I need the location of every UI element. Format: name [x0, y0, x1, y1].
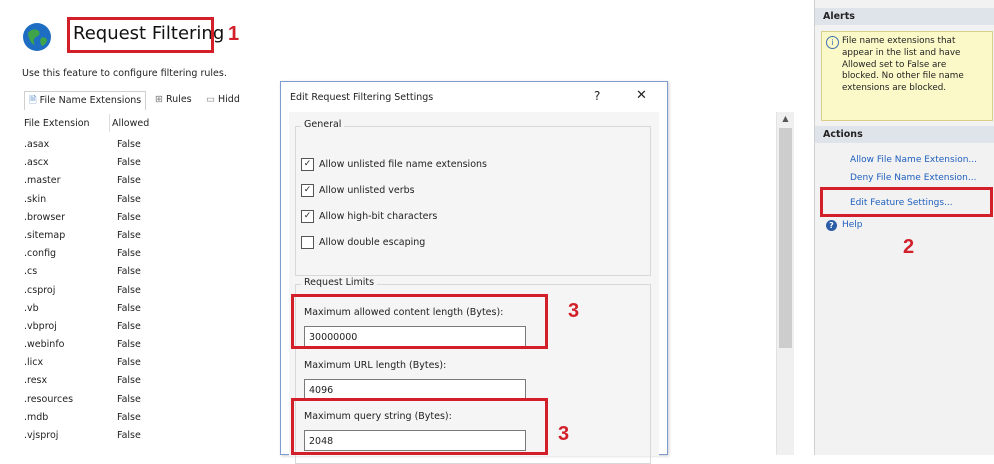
table-cell-allowed[interactable]: False — [117, 227, 167, 245]
alert-text-line: blocked. No other file name — [842, 71, 964, 82]
header-divider — [109, 114, 110, 132]
highlight-query-string — [291, 398, 548, 455]
actions-heading: Actions — [815, 126, 994, 143]
alert-text-line: appear in the list and have — [842, 47, 961, 58]
allowed-column: False False False False False False False False… — [117, 136, 167, 445]
table-cell-allowed[interactable]: False — [117, 300, 167, 318]
list-scrollbar[interactable]: ▲ — [776, 112, 794, 455]
allow-high-bit-checkbox[interactable]: ✓ Allow high-bit characters — [301, 210, 437, 223]
table-cell-allowed[interactable]: False — [117, 172, 167, 190]
hidden-segments-icon: ▭ — [206, 94, 215, 105]
allow-unlisted-verbs-checkbox[interactable]: ✓ Allow unlisted verbs — [301, 184, 415, 197]
general-group: General ✓ Allow unlisted file name extens… — [295, 119, 651, 276]
annotation-2: 2 — [903, 236, 915, 258]
scrollbar-thumb[interactable] — [779, 128, 792, 348]
table-cell-extension[interactable]: .resx — [24, 372, 109, 390]
url-length-input[interactable]: 4096 — [304, 379, 526, 400]
checkbox-box[interactable]: ✓ — [301, 158, 314, 171]
action-deny-extension[interactable]: Deny File Name Extension... — [850, 173, 976, 183]
dialog-title: Edit Request Filtering Settings — [290, 92, 434, 103]
dialog-help-button[interactable]: ? — [594, 89, 600, 103]
action-help[interactable]: Help — [842, 220, 863, 230]
table-cell-allowed[interactable]: False — [117, 136, 167, 154]
scroll-up-icon[interactable]: ▲ — [777, 112, 794, 126]
annotation-1: 1 — [228, 23, 240, 45]
extension-column: .asax .ascx .master .skin .browser .sitemap .c… — [24, 136, 109, 445]
action-allow-extension[interactable]: Allow File Name Extension... — [850, 155, 977, 165]
table-cell-extension[interactable]: .resources — [24, 391, 109, 409]
table-cell-allowed[interactable]: False — [117, 427, 167, 445]
tab-rules[interactable]: ⊞ Rules — [155, 91, 192, 109]
rules-icon: ⊞ — [155, 94, 163, 105]
checkbox-box[interactable]: ✓ — [301, 184, 314, 197]
highlight-content-length — [291, 294, 548, 349]
request-limits-legend: Request Limits — [301, 277, 378, 288]
help-icon: ? — [826, 220, 837, 231]
table-cell-allowed[interactable]: False — [117, 391, 167, 409]
table-cell-extension[interactable]: .mdb — [24, 409, 109, 427]
alert-text-line: extensions are blocked. — [842, 83, 947, 94]
table-cell-extension[interactable]: .ascx — [24, 154, 109, 172]
table-cell-allowed[interactable]: False — [117, 372, 167, 390]
alerts-heading: Alerts — [815, 8, 994, 25]
table-cell-allowed[interactable]: False — [117, 209, 167, 227]
table-cell-allowed[interactable]: False — [117, 154, 167, 172]
table-cell-extension[interactable]: .vb — [24, 300, 109, 318]
table-cell-allowed[interactable]: False — [117, 336, 167, 354]
annotation-3-query-string: 3 — [558, 423, 570, 445]
table-header-allowed[interactable]: Allowed — [112, 118, 149, 129]
table-cell-allowed[interactable]: False — [117, 282, 167, 300]
table-cell-extension[interactable]: .asax — [24, 136, 109, 154]
tab-file-name-extensions[interactable]: 🗎 File Name Extensions — [24, 91, 147, 110]
table-cell-allowed[interactable]: False — [117, 245, 167, 263]
table-cell-extension[interactable]: .cs — [24, 263, 109, 281]
checkbox-box[interactable] — [301, 236, 314, 249]
url-length-label: Maximum URL length (Bytes): — [304, 360, 447, 371]
annotation-3-content-length: 3 — [568, 300, 580, 322]
globe-icon — [22, 22, 52, 52]
allow-unlisted-extensions-checkbox[interactable]: ✓ Allow unlisted file name extensions — [301, 158, 487, 171]
table-cell-allowed[interactable]: False — [117, 191, 167, 209]
alert-message: i File name extensions that appear in the… — [821, 31, 993, 121]
table-cell-extension[interactable]: .skin — [24, 191, 109, 209]
table-cell-extension[interactable]: .master — [24, 172, 109, 190]
page-description: Use this feature to configure filtering … — [22, 68, 227, 79]
table-cell-extension[interactable]: .csproj — [24, 282, 109, 300]
table-cell-extension[interactable]: .sitemap — [24, 227, 109, 245]
alert-text-line: Allowed set to False are — [842, 59, 947, 70]
table-cell-allowed[interactable]: False — [117, 409, 167, 427]
alert-text: File name extensions that appear in the l… — [842, 36, 964, 95]
highlight-title — [67, 17, 214, 53]
table-cell-extension[interactable]: .webinfo — [24, 336, 109, 354]
alert-text-line: File name extensions that — [842, 36, 956, 46]
feature-tabs: 🗎 File Name Extensions ⊞ Rules ▭ Hidd — [22, 91, 282, 110]
dialog-close-button[interactable]: ✕ — [636, 88, 647, 103]
info-icon: i — [826, 36, 839, 49]
table-cell-extension[interactable]: .browser — [24, 209, 109, 227]
table-cell-allowed[interactable]: False — [117, 263, 167, 281]
table-cell-extension[interactable]: .config — [24, 245, 109, 263]
allow-double-escaping-checkbox[interactable]: Allow double escaping — [301, 236, 425, 249]
checkbox-box[interactable]: ✓ — [301, 210, 314, 223]
table-cell-allowed[interactable]: False — [117, 354, 167, 372]
tab-hidden-segments[interactable]: ▭ Hidd — [206, 91, 240, 109]
document-icon: 🗎 — [29, 95, 37, 106]
general-legend: General — [301, 119, 345, 130]
actions-pane: Alerts i File name extensions that appear… — [814, 0, 994, 455]
table-cell-extension[interactable]: .vbproj — [24, 318, 109, 336]
table-header-extension[interactable]: File Extension — [24, 118, 90, 129]
table-cell-allowed[interactable]: False — [117, 318, 167, 336]
table-cell-extension[interactable]: .vjsproj — [24, 427, 109, 445]
highlight-edit-feature-settings — [820, 187, 993, 217]
table-cell-extension[interactable]: .licx — [24, 354, 109, 372]
